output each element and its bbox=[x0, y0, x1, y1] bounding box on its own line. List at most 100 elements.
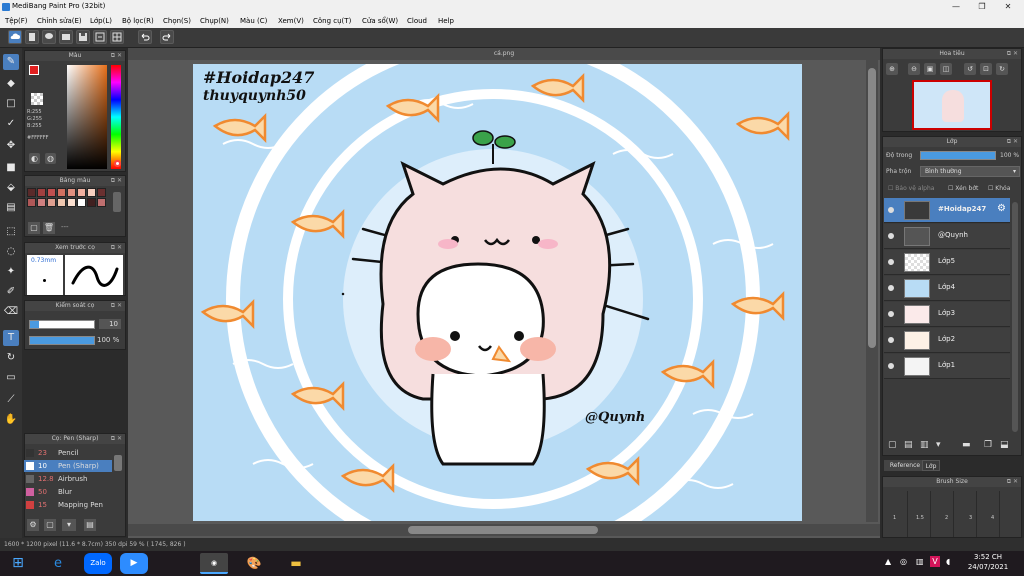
eye-icon[interactable] bbox=[888, 233, 894, 239]
folder-icon[interactable]: ▬ bbox=[962, 440, 971, 450]
brush-size-value[interactable]: 10 bbox=[99, 319, 121, 329]
hue-slider-handle[interactable] bbox=[114, 160, 121, 167]
palette-swatch[interactable] bbox=[67, 198, 76, 207]
artwork-canvas[interactable]: #Hoidap247 thuyquynh50 @Quynh bbox=[193, 64, 802, 521]
text-tool-icon[interactable]: T bbox=[3, 330, 19, 346]
reset-rotation-icon[interactable]: ⊡ bbox=[980, 63, 992, 75]
menu-color[interactable]: Màu (C) bbox=[240, 17, 267, 25]
brush-edit-icon[interactable]: ▤ bbox=[84, 519, 96, 531]
palette-swatch[interactable] bbox=[67, 188, 76, 197]
new-layer-icon[interactable]: ▢ bbox=[888, 440, 897, 450]
clock-time[interactable]: 3:52 CH bbox=[968, 553, 1008, 561]
eye-icon[interactable] bbox=[888, 285, 894, 291]
medibang-taskbar-icon[interactable]: ◉ bbox=[200, 553, 228, 574]
file-explorer-icon[interactable]: ▬ bbox=[282, 553, 310, 574]
add-brush-icon[interactable]: ▢ bbox=[44, 519, 56, 531]
layer-row-lop3[interactable]: Lớp3 bbox=[884, 302, 1010, 327]
brush-size-option[interactable]: 1.5 bbox=[916, 515, 924, 521]
eye-icon[interactable] bbox=[888, 337, 894, 343]
brush-row-blur[interactable]: 50 Blur bbox=[24, 486, 124, 498]
menu-window[interactable]: Cửa sổ(W) bbox=[362, 17, 398, 25]
grid-icon[interactable] bbox=[110, 30, 124, 44]
menu-filter[interactable]: Bộ lọc(R) bbox=[122, 17, 154, 25]
save-icon[interactable] bbox=[76, 30, 90, 44]
network-icon[interactable]: ▥ bbox=[916, 557, 924, 566]
panel-close-icon[interactable]: ⧉ ✕ bbox=[111, 176, 122, 186]
eyedropper-icon[interactable]: ⟋ bbox=[3, 392, 19, 408]
color-wheel-icon[interactable]: ◐ bbox=[29, 153, 40, 164]
palette-swatch[interactable] bbox=[27, 188, 36, 197]
cloud-icon[interactable] bbox=[8, 30, 22, 44]
clock-date[interactable]: 24/07/2021 bbox=[966, 563, 1010, 571]
menu-tools[interactable]: Công cụ(T) bbox=[313, 17, 351, 25]
eraser-tool-icon[interactable]: ◆ bbox=[3, 76, 19, 92]
divide-tool-icon[interactable]: ▭ bbox=[3, 370, 19, 386]
brush-row-airbrush[interactable]: 12.8 Airbrush bbox=[24, 473, 124, 485]
move-tool-icon[interactable]: ✥ bbox=[3, 138, 19, 154]
palette-swatch[interactable] bbox=[97, 198, 106, 207]
tab-reference[interactable]: Reference bbox=[884, 460, 926, 471]
palette-swatch[interactable] bbox=[87, 188, 96, 197]
palette-swatch[interactable] bbox=[57, 188, 66, 197]
menu-edit[interactable]: Chỉnh sửa(E) bbox=[37, 17, 82, 25]
brush-row-mapping-pen[interactable]: 15 Mapping Pen bbox=[24, 499, 124, 511]
eye-icon[interactable] bbox=[888, 207, 894, 213]
panel-close-icon[interactable]: ⧉ ✕ bbox=[1007, 49, 1018, 59]
rotate-left-icon[interactable]: ↺ bbox=[964, 63, 976, 75]
lasso-tool-icon[interactable]: ◌ bbox=[3, 244, 19, 260]
menu-cloud[interactable]: Cloud bbox=[407, 17, 427, 25]
zoom-in-icon[interactable]: ⊕ bbox=[886, 63, 898, 75]
vertical-scroll-thumb[interactable] bbox=[868, 68, 876, 348]
menu-select[interactable]: Chọn(S) bbox=[163, 17, 191, 25]
brush-size-option[interactable]: 4 bbox=[991, 515, 994, 521]
close-button[interactable]: ✕ bbox=[998, 0, 1018, 14]
zoom-app-icon[interactable]: ▶ bbox=[120, 553, 148, 574]
new-file-icon[interactable] bbox=[25, 30, 39, 44]
magic-wand-icon[interactable]: ✦ bbox=[3, 264, 19, 280]
palette-swatch[interactable] bbox=[87, 198, 96, 207]
zalo-icon[interactable]: Zalo bbox=[84, 553, 112, 574]
brush-settings-icon[interactable]: ⚙ bbox=[27, 519, 39, 531]
color-mode-icon[interactable]: ◍ bbox=[45, 153, 56, 164]
brush-size-option[interactable]: 2 bbox=[945, 515, 948, 521]
internet-explorer-icon[interactable]: e bbox=[44, 553, 72, 574]
brush-size-option[interactable]: 3 bbox=[969, 515, 972, 521]
fill-tool-icon[interactable]: ⬙ bbox=[3, 180, 19, 196]
select-brush-icon[interactable]: ✓ bbox=[3, 116, 19, 132]
panel-close-icon[interactable]: ⧉ ✕ bbox=[111, 434, 122, 444]
layer-row-lop4[interactable]: Lớp4 bbox=[884, 276, 1010, 301]
palette-swatch[interactable] bbox=[37, 188, 46, 197]
new-8bit-layer-icon[interactable]: ▥ bbox=[920, 440, 929, 450]
volume-icon[interactable]: ◖ bbox=[946, 557, 950, 566]
panel-close-icon[interactable]: ⧉ ✕ bbox=[1007, 137, 1018, 147]
saturation-value-picker[interactable] bbox=[67, 65, 107, 169]
add-swatch-icon[interactable]: ▢ bbox=[28, 222, 40, 234]
tray-up-arrow-icon[interactable]: ▲ bbox=[885, 557, 891, 566]
panel-close-icon[interactable]: ⧉ ✕ bbox=[1007, 477, 1018, 487]
hue-slider[interactable] bbox=[111, 65, 121, 169]
redo-icon[interactable] bbox=[160, 30, 174, 44]
palette-swatch[interactable] bbox=[47, 188, 56, 197]
maximize-button[interactable]: ❐ bbox=[972, 0, 992, 14]
menu-capture[interactable]: Chụp(N) bbox=[200, 17, 229, 25]
brush-menu-icon[interactable]: ▾ bbox=[62, 519, 76, 531]
layer-row-hoidap247[interactable]: #Hoidap247 ⚙ bbox=[884, 198, 1010, 223]
layer-row-quynh[interactable]: @Quynh bbox=[884, 224, 1010, 249]
panel-close-icon[interactable]: ⧉ ✕ bbox=[111, 51, 122, 61]
fit-screen-icon[interactable]: ▣ bbox=[924, 63, 936, 75]
layers-scrollbar[interactable] bbox=[1012, 202, 1018, 432]
palette-swatch[interactable] bbox=[47, 198, 56, 207]
input-method-icon[interactable]: V bbox=[930, 556, 940, 567]
tab-layer[interactable]: Lớp bbox=[922, 460, 940, 471]
brush-tool-icon[interactable]: ✎ bbox=[3, 54, 19, 70]
hand-tool-icon[interactable]: ✋ bbox=[3, 412, 19, 428]
layer-row-lop5[interactable]: Lớp5 bbox=[884, 250, 1010, 275]
add-layer-menu-icon[interactable]: ▾ bbox=[936, 440, 941, 450]
menu-view[interactable]: Xem(V) bbox=[278, 17, 304, 25]
palette-swatch[interactable] bbox=[97, 188, 106, 197]
gear-icon[interactable]: ⚙ bbox=[997, 203, 1006, 214]
select-tool-icon[interactable]: ⬚ bbox=[3, 224, 19, 240]
merge-layer-icon[interactable]: ⬓ bbox=[1000, 440, 1009, 450]
panel-close-icon[interactable]: ⧉ ✕ bbox=[111, 301, 122, 311]
palette-swatch[interactable] bbox=[77, 198, 86, 207]
